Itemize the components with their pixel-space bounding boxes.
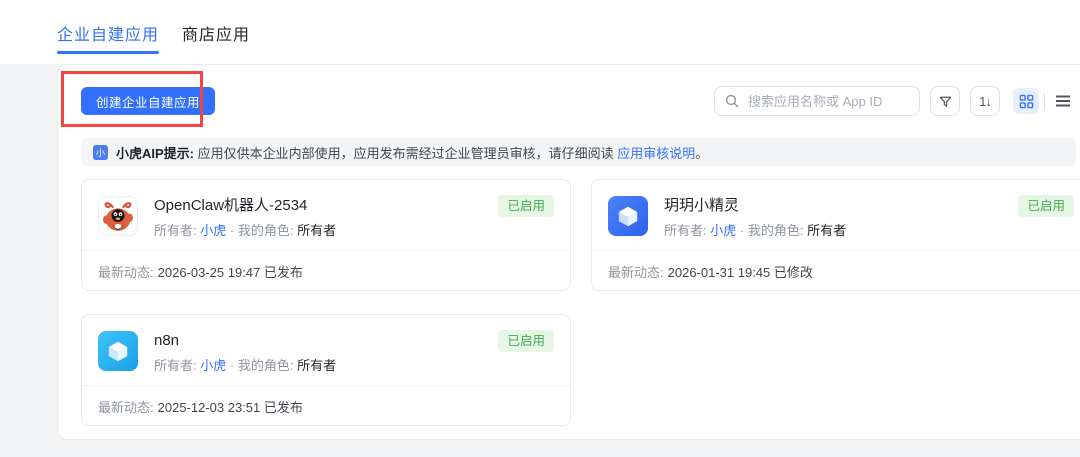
notice-avatar: 小 (93, 145, 108, 160)
app-title: n8n (154, 331, 336, 350)
activity-value: 2025-12-03 23:51 已发布 (158, 397, 303, 416)
list-view-icon (1055, 94, 1071, 108)
role-value: 所有者 (297, 223, 336, 238)
status-badge: 已启用 (1018, 195, 1074, 217)
app-card-openclaw[interactable]: OpenClaw机器人-2534 所有者: 小虎 · 我的角色: 所有者 已启用… (81, 179, 571, 291)
app-card-grid: OpenClaw机器人-2534 所有者: 小虎 · 我的角色: 所有者 已启用… (81, 179, 1076, 426)
activity-label: 最新动态: (608, 262, 664, 281)
card-text-block: 玥玥小精灵 所有者: 小虎 · 我的角色: 所有者 (664, 196, 846, 250)
tab-store-apps[interactable]: 商店应用 (182, 21, 250, 54)
create-app-button[interactable]: 创建企业自建应用 (81, 87, 215, 115)
toolbar: 创建企业自建应用 1↓ (81, 86, 1076, 116)
notice-suffix: 。 (695, 146, 708, 161)
openclaw-mascot-avatar (98, 196, 138, 236)
notice-text: 小虎AIP提示: 应用仅供本企业内部使用，应用发布需经过企业管理员审核，请仔细阅… (116, 143, 708, 162)
role-label: 我的角色: (238, 358, 294, 373)
dot-separator: · (230, 223, 234, 238)
role-value: 所有者 (807, 223, 846, 238)
activity-label: 最新动态: (98, 397, 154, 416)
role-label: 我的角色: (238, 223, 294, 238)
view-switcher (1013, 88, 1076, 114)
sort-button[interactable]: 1↓ (970, 86, 1000, 116)
card-activity: 最新动态: 2026-01-31 19:45 已修改 (592, 250, 1080, 291)
owner-label: 所有者: (154, 223, 197, 238)
owner-name-link[interactable]: 小虎 (710, 223, 736, 238)
sort-order-icon: 1↓ (979, 94, 991, 109)
card-head: 玥玥小精灵 所有者: 小虎 · 我的角色: 所有者 已启用 (592, 180, 1080, 250)
card-text-block: n8n 所有者: 小虎 · 我的角色: 所有者 (154, 331, 336, 385)
page-header: 企业自建应用 商店应用 (0, 0, 1080, 64)
app-owner-line: 所有者: 小虎 · 我的角色: 所有者 (154, 355, 336, 374)
search-icon (725, 94, 739, 108)
dot-separator: · (230, 358, 234, 373)
notice-banner: 小 小虎AIP提示: 应用仅供本企业内部使用，应用发布需经过企业管理员审核，请仔… (81, 138, 1076, 166)
cube-app-avatar (98, 331, 138, 371)
view-switcher-divider (1044, 93, 1045, 109)
role-value: 所有者 (297, 358, 336, 373)
activity-value: 2026-03-25 19:47 已发布 (158, 262, 303, 281)
role-label: 我的角色: (748, 223, 804, 238)
app-title: 玥玥小精灵 (664, 196, 846, 215)
notice-message: 应用仅供本企业内部使用，应用发布需经过企业管理员审核，请仔细阅读 (198, 146, 614, 161)
search-input[interactable] (746, 93, 909, 110)
notice-bold-prefix: 小虎AIP提示: (116, 146, 194, 161)
card-text-block: OpenClaw机器人-2534 所有者: 小虎 · 我的角色: 所有者 (154, 196, 336, 250)
app-title: OpenClaw机器人-2534 (154, 196, 336, 215)
dot-separator: · (740, 223, 744, 238)
tab-self-built-apps[interactable]: 企业自建应用 (57, 21, 159, 54)
card-activity: 最新动态: 2026-03-25 19:47 已发布 (82, 250, 570, 291)
owner-name-link[interactable]: 小虎 (200, 223, 226, 238)
owner-label: 所有者: (664, 223, 707, 238)
status-badge: 已启用 (498, 195, 554, 217)
toolbar-right-group: 1↓ (714, 86, 1076, 116)
activity-value: 2026-01-31 19:45 已修改 (668, 262, 813, 281)
app-card-n8n[interactable]: n8n 所有者: 小虎 · 我的角色: 所有者 已启用 最新动态: 2025-1… (81, 314, 571, 426)
filter-button[interactable] (930, 86, 960, 116)
grid-view-icon (1019, 94, 1034, 109)
owner-label: 所有者: (154, 358, 197, 373)
owner-name-link[interactable]: 小虎 (200, 358, 226, 373)
status-badge: 已启用 (498, 330, 554, 352)
review-guide-link[interactable]: 应用审核说明 (617, 146, 695, 161)
app-owner-line: 所有者: 小虎 · 我的角色: 所有者 (154, 220, 336, 239)
app-owner-line: 所有者: 小虎 · 我的角色: 所有者 (664, 220, 846, 239)
app-list-panel: 创建企业自建应用 1↓ (57, 64, 1080, 440)
app-card-yueyue[interactable]: 玥玥小精灵 所有者: 小虎 · 我的角色: 所有者 已启用 最新动态: 2026… (591, 179, 1080, 291)
app-search-box[interactable] (714, 86, 920, 116)
app-type-tabs: 企业自建应用 商店应用 (57, 21, 250, 54)
grid-view-button[interactable] (1013, 88, 1039, 114)
list-view-button[interactable] (1050, 88, 1076, 114)
activity-label: 最新动态: (98, 262, 154, 281)
card-head: n8n 所有者: 小虎 · 我的角色: 所有者 已启用 (82, 315, 570, 385)
card-activity: 最新动态: 2025-12-03 23:51 已发布 (82, 385, 570, 426)
card-head: OpenClaw机器人-2534 所有者: 小虎 · 我的角色: 所有者 已启用 (82, 180, 570, 250)
filter-funnel-icon (938, 94, 953, 109)
cube-app-avatar (608, 196, 648, 236)
